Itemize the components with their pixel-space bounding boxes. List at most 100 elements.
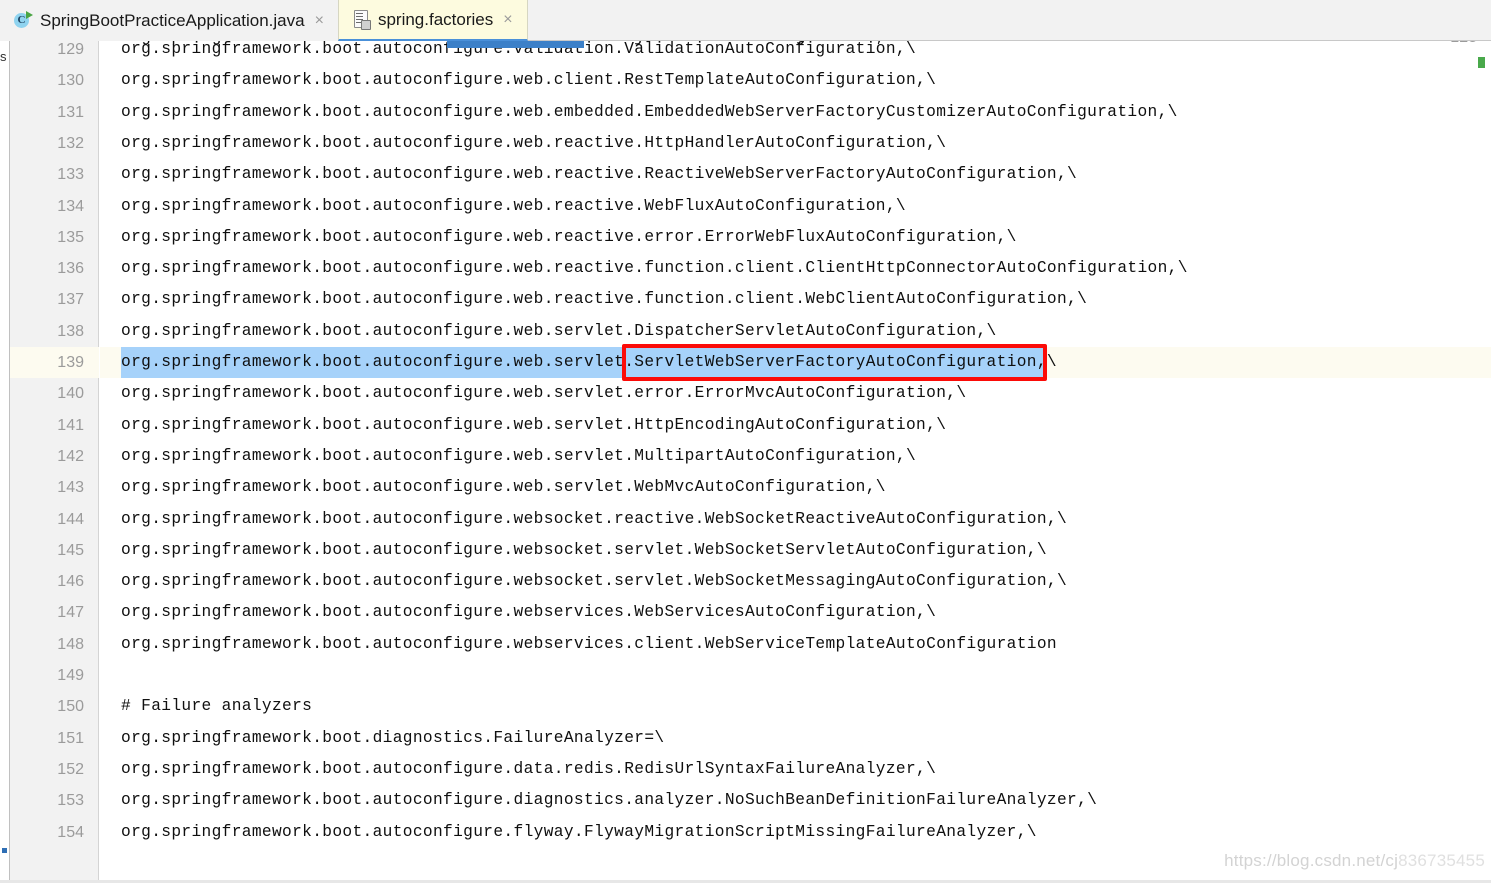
code-row[interactable]: org.springframework.boot.diagnostics.Fai… bbox=[100, 723, 1491, 754]
code-line-text: org.springframework.boot.autoconfigure.w… bbox=[121, 353, 1057, 371]
code-row[interactable]: org.springframework.boot.autoconfigure.w… bbox=[100, 597, 1491, 628]
gutter-row[interactable]: 135 bbox=[10, 222, 98, 253]
tab-label: spring.factories bbox=[377, 9, 494, 29]
gutter-row[interactable]: 144 bbox=[10, 504, 98, 535]
gutter-row[interactable]: 146 bbox=[10, 566, 98, 597]
line-number: 147 bbox=[57, 604, 84, 622]
code-line-text: org.springframework.boot.autoconfigure.w… bbox=[121, 196, 906, 215]
code-line-text: org.springframework.boot.autoconfigure.d… bbox=[121, 791, 1098, 810]
code-row[interactable]: org.springframework.boot.autoconfigure.w… bbox=[100, 191, 1491, 222]
code-comment: # Failure analyzers bbox=[121, 697, 313, 716]
gutter-row[interactable]: 134 bbox=[10, 191, 98, 222]
code-row[interactable]: org.springframework.boot.autoconfigure.w… bbox=[100, 472, 1491, 503]
ide-editor-window: C SpringBootPracticeApplication.java × s… bbox=[0, 0, 1491, 883]
tab-spring-factories[interactable]: spring.factories × bbox=[337, 0, 528, 41]
code-row[interactable]: org.springframework.boot.autoconfigure.w… bbox=[100, 410, 1491, 441]
code-row[interactable]: org.springframework.boot.autoconfigure.w… bbox=[100, 347, 1491, 378]
code-line-text: org.springframework.boot.autoconfigure.w… bbox=[121, 509, 1068, 528]
gutter-row[interactable]: 148 bbox=[10, 629, 98, 660]
gutter-row[interactable]: 143 bbox=[10, 472, 98, 503]
line-number: 132 bbox=[57, 134, 84, 152]
gutter-row[interactable]: 153 bbox=[10, 785, 98, 816]
gutter-row[interactable]: 150 bbox=[10, 691, 98, 722]
panel-text-fragment: s bbox=[0, 49, 7, 64]
gutter-row[interactable]: 138 bbox=[10, 316, 98, 347]
code-row[interactable]: org.springframework.boot.autoconfigure.w… bbox=[100, 253, 1491, 284]
line-number-gutter[interactable]: 129 130 131 132 133 134 135 136 137 138 139 140 141 1… bbox=[10, 41, 99, 883]
code-row[interactable]: org.springframework.boot.autoconfigure.w… bbox=[100, 504, 1491, 535]
gutter-row[interactable]: 131 bbox=[10, 97, 98, 128]
gutter-row[interactable]: 137 bbox=[10, 284, 98, 315]
code-line-text: org.springframework.boot.autoconfigure.w… bbox=[121, 71, 937, 90]
gutter-row[interactable]: 142 bbox=[10, 441, 98, 472]
watermark-id: 836735455 bbox=[1398, 851, 1485, 870]
editor-tab-bar: C SpringBootPracticeApplication.java × s… bbox=[0, 0, 1491, 41]
gutter-row[interactable]: 136 bbox=[10, 253, 98, 284]
line-number: 140 bbox=[57, 385, 84, 403]
line-number: 137 bbox=[57, 291, 84, 309]
code-row[interactable] bbox=[100, 660, 1491, 691]
code-editor[interactable]: 129 130 131 132 133 134 135 136 137 138 139 140 141 1… bbox=[10, 41, 1491, 883]
code-text-area[interactable]: org.springframework.boot.autoconfigure.v… bbox=[100, 41, 1491, 883]
code-line-text: org.springframework.boot.autoconfigure.w… bbox=[121, 259, 1188, 278]
code-row[interactable]: org.springframework.boot.autoconfigure.w… bbox=[100, 629, 1491, 660]
java-class-run-icon: C bbox=[14, 10, 33, 30]
line-number: 130 bbox=[57, 72, 84, 90]
inspection-status-icon[interactable] bbox=[1478, 57, 1485, 68]
code-row[interactable]: org.springframework.boot.autoconfigure.d… bbox=[100, 785, 1491, 816]
line-number: 145 bbox=[57, 541, 84, 559]
code-row[interactable]: org.springframework.boot.autoconfigure.w… bbox=[100, 535, 1491, 566]
gutter-row[interactable]: 151 bbox=[10, 723, 98, 754]
line-number: 152 bbox=[57, 760, 84, 778]
code-row[interactable]: org.springframework.boot.autoconfigure.w… bbox=[100, 222, 1491, 253]
line-number: 144 bbox=[57, 510, 84, 528]
code-line-text: org.springframework.boot.autoconfigure.w… bbox=[121, 290, 1088, 309]
code-line-text: org.springframework.boot.autoconfigure.w… bbox=[121, 133, 947, 152]
line-number: 154 bbox=[57, 823, 84, 841]
gutter-row[interactable]: 139 bbox=[10, 347, 98, 378]
code-row[interactable]: org.springframework.boot.autoconfigure.w… bbox=[100, 128, 1491, 159]
code-row[interactable]: org.springframework.boot.autoconfigure.w… bbox=[100, 316, 1491, 347]
gutter-row[interactable]: 149 bbox=[10, 660, 98, 691]
gutter-row[interactable]: 132 bbox=[10, 128, 98, 159]
code-row[interactable]: # Failure analyzers bbox=[100, 691, 1491, 722]
gutter-row[interactable]: 140 bbox=[10, 378, 98, 409]
gutter-row[interactable]: 152 bbox=[10, 754, 98, 785]
code-line-text: org.springframework.boot.autoconfigure.w… bbox=[121, 478, 886, 497]
line-number: 150 bbox=[57, 698, 84, 716]
close-icon[interactable]: × bbox=[313, 12, 326, 29]
code-line-text: org.springframework.boot.autoconfigure.w… bbox=[121, 634, 1057, 653]
scroll-position-marker bbox=[447, 41, 584, 48]
code-row[interactable]: org.springframework.boot.autoconfigure.w… bbox=[100, 284, 1491, 315]
code-row[interactable]: org.springframework.boot.autoconfigure.w… bbox=[100, 97, 1491, 128]
code-row[interactable]: org.springframework.boot.autoconfigure.d… bbox=[100, 754, 1491, 785]
line-number: 131 bbox=[57, 103, 84, 121]
code-line-text: org.springframework.boot.autoconfigure.w… bbox=[121, 321, 997, 340]
line-number: 128 bbox=[1407, 41, 1477, 53]
tab-spring-boot-practice-application-java[interactable]: C SpringBootPracticeApplication.java × bbox=[0, 0, 338, 41]
close-icon[interactable]: × bbox=[501, 11, 514, 28]
gutter-row[interactable]: 147 bbox=[10, 597, 98, 628]
code-row[interactable]: org.springframework.boot.autoconfigure.w… bbox=[100, 378, 1491, 409]
line-number: 141 bbox=[57, 416, 84, 434]
code-row[interactable]: org.springframework.boot.autoconfigure.w… bbox=[100, 65, 1491, 96]
panel-indicator-icon bbox=[2, 848, 7, 853]
line-number: 136 bbox=[57, 260, 84, 278]
gutter-row[interactable]: 133 bbox=[10, 159, 98, 190]
line-number: 142 bbox=[57, 447, 84, 465]
gutter-row[interactable]: 145 bbox=[10, 535, 98, 566]
code-line-text: org.springframework.boot.autoconfigure.w… bbox=[121, 102, 1178, 121]
code-row[interactable]: org.springframework.boot.autoconfigure.f… bbox=[100, 817, 1491, 848]
code-line-text: org.springframework.boot.autoconfigure.w… bbox=[121, 540, 1047, 559]
clipped-top-line: 128 org.springframework.boot.autoconfigu… bbox=[10, 41, 1491, 53]
line-number: 139 bbox=[57, 354, 84, 371]
line-number: 143 bbox=[57, 479, 84, 497]
code-line-text: org.springframework.boot.autoconfigure.d… bbox=[121, 759, 937, 778]
code-row[interactable]: org.springframework.boot.autoconfigure.w… bbox=[100, 566, 1491, 597]
code-row[interactable]: org.springframework.boot.autoconfigure.w… bbox=[100, 441, 1491, 472]
gutter-row[interactable]: 130 bbox=[10, 65, 98, 96]
gutter-row[interactable]: 141 bbox=[10, 410, 98, 441]
code-row[interactable]: org.springframework.boot.autoconfigure.w… bbox=[100, 159, 1491, 190]
gutter-row[interactable]: 154 bbox=[10, 817, 98, 848]
line-number: 149 bbox=[57, 667, 84, 684]
